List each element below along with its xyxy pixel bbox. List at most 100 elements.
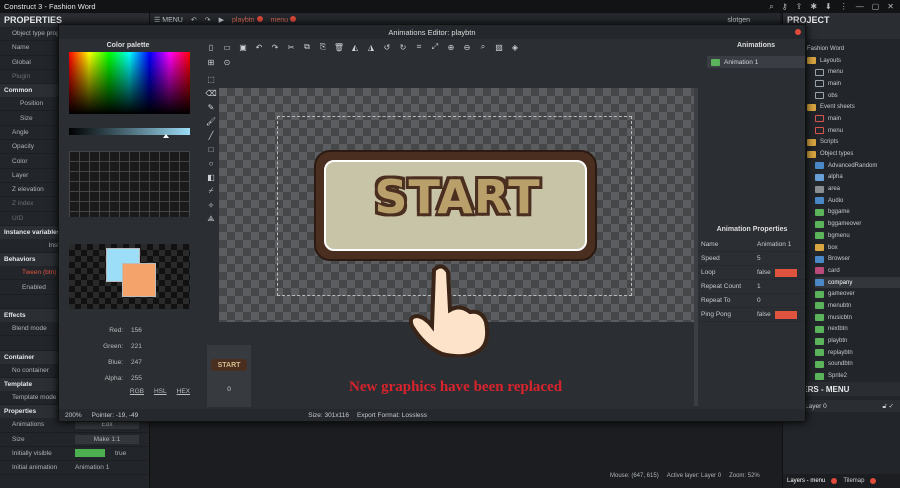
brightness-slider[interactable] — [69, 128, 190, 135]
minimize-icon[interactable]: — — [856, 2, 864, 11]
copy-icon[interactable]: ⧉ — [301, 41, 313, 53]
canvas-scrollbar[interactable] — [694, 88, 698, 406]
object-type-item[interactable]: menubtn — [815, 300, 900, 312]
color-spectrum[interactable] — [69, 52, 190, 114]
folder-scripts[interactable]: Scripts — [807, 137, 900, 149]
object-type-item[interactable]: playbtn — [815, 335, 900, 347]
rgb-mode[interactable]: RGB — [130, 388, 144, 395]
visible-toggle[interactable] — [75, 449, 105, 458]
line-tool-icon[interactable]: ╱ — [205, 129, 217, 141]
object-type-item[interactable]: company — [815, 276, 900, 289]
event-item[interactable]: menu — [807, 125, 900, 137]
close-icon[interactable]: ✕ — [887, 2, 894, 11]
anim-prop-value[interactable]: 1 — [757, 283, 761, 290]
play-icon[interactable]: ▶ — [219, 16, 224, 24]
download-icon[interactable]: ⬇ — [825, 2, 832, 11]
layout-item[interactable]: obs — [807, 90, 900, 102]
object-type-item[interactable]: area — [815, 183, 900, 195]
blue-input[interactable]: 247 — [131, 359, 142, 366]
slider-handle-icon[interactable] — [163, 134, 169, 138]
search-icon[interactable]: ⌕ — [769, 2, 773, 12]
cut-icon[interactable]: ✂ — [285, 41, 297, 53]
tab-tilemap[interactable]: Tilemap — [843, 478, 864, 484]
mirror-icon[interactable]: ◮ — [365, 41, 377, 53]
close-dot-icon[interactable] — [290, 16, 296, 22]
object-type-item[interactable]: replaybtn — [815, 347, 900, 359]
hsl-mode[interactable]: HSL — [154, 388, 167, 395]
start-button-graphic[interactable]: START — [314, 150, 597, 261]
tab-menu[interactable]: menu — [271, 16, 296, 24]
alpha-input[interactable]: 255 — [131, 375, 142, 382]
make-1-1-button[interactable]: Make 1:1 — [75, 434, 139, 444]
brush-tool-icon[interactable]: 🖌︎ — [205, 115, 217, 127]
tab-playbtn[interactable]: playbtn — [232, 16, 263, 24]
zoom-out-icon[interactable]: ⊖ — [461, 41, 473, 53]
object-type-item[interactable]: box — [815, 242, 900, 254]
user-name[interactable]: slotgen — [727, 17, 750, 24]
eyedropper-tool-icon[interactable]: ⌿ — [205, 185, 217, 197]
zoom-reset-icon[interactable]: ⌕ — [477, 41, 489, 53]
object-type-item[interactable]: bggameover — [815, 218, 900, 230]
polygon-tool-icon[interactable]: ⟁ — [205, 213, 217, 225]
close-dot-icon[interactable] — [831, 478, 838, 484]
image-icon[interactable]: ▨ — [493, 41, 505, 53]
pencil-tool-icon[interactable]: ✎ — [205, 101, 217, 113]
anim-prop-value[interactable]: Animation 1 — [757, 241, 791, 248]
folder-event-sheets[interactable]: Event sheets — [807, 101, 900, 113]
redo-icon[interactable]: ↷ — [205, 16, 211, 24]
object-type-item[interactable]: AdvancedRandom — [815, 160, 900, 172]
crop-icon[interactable]: ⌗ — [413, 41, 425, 53]
anim-prop-value[interactable]: false — [757, 311, 771, 318]
animation-item[interactable]: Animation 1 — [707, 56, 805, 68]
tab-layers-menu[interactable]: Layers - menu — [787, 478, 825, 484]
more-icon[interactable]: ⋮ — [840, 2, 848, 11]
object-type-item[interactable]: Browser — [815, 253, 900, 265]
swatch-grid[interactable] — [69, 151, 190, 217]
object-type-item[interactable]: nextbtn — [815, 324, 900, 336]
close-dot-icon[interactable] — [256, 16, 263, 22]
ellipse-tool-icon[interactable]: ○ — [205, 157, 217, 169]
object-type-item[interactable]: gameover — [815, 288, 900, 300]
initial-animation-select[interactable]: Animation 1 — [75, 464, 109, 471]
eraser-tool-icon[interactable]: ⌫ — [205, 87, 217, 99]
hex-mode[interactable]: HEX — [177, 388, 190, 395]
folder-object-types[interactable]: Object types — [807, 148, 900, 160]
anim-prop-value[interactable]: false — [757, 269, 771, 276]
delete-icon[interactable]: 🗑︎ — [333, 41, 345, 53]
green-input[interactable]: 221 — [131, 343, 142, 350]
grid-icon[interactable]: ⊞ — [205, 56, 217, 68]
layers-icon[interactable]: ◈ — [509, 41, 521, 53]
open-folder-icon[interactable]: ▭ — [221, 41, 233, 53]
origin-point-tool-icon[interactable]: ✧ — [205, 199, 217, 211]
folder-layouts[interactable]: Layouts — [807, 55, 900, 67]
resize-icon[interactable]: ⤢ — [429, 41, 441, 53]
rotate-cw-icon[interactable]: ↻ — [397, 41, 409, 53]
anim-prop-toggle[interactable] — [774, 268, 797, 277]
flip-icon[interactable]: ◭ — [349, 41, 361, 53]
fill-tool-icon[interactable]: ◧ — [205, 171, 217, 183]
project-root[interactable]: Fashion Word — [807, 43, 900, 55]
close-dialog-icon[interactable] — [795, 29, 801, 35]
anim-prop-value[interactable]: 0 — [757, 297, 761, 304]
object-type-item[interactable]: Sprite2 — [815, 370, 900, 382]
object-type-item[interactable]: bggame — [815, 207, 900, 219]
select-tool-icon[interactable]: ⬚ — [205, 73, 217, 85]
redo-icon[interactable]: ↷ — [269, 41, 281, 53]
rotate-ccw-icon[interactable]: ↺ — [381, 41, 393, 53]
lock-icon[interactable]: 🔓︎ ✓ — [883, 402, 894, 411]
red-input[interactable]: 156 — [131, 327, 142, 334]
anim-prop-value[interactable]: 5 — [757, 255, 761, 262]
maximize-icon[interactable]: ▢ — [872, 2, 880, 11]
save-icon[interactable]: ▣ — [237, 41, 249, 53]
undo-icon[interactable]: ↶ — [253, 41, 265, 53]
event-item[interactable]: main — [807, 113, 900, 125]
zoom-in-icon[interactable]: ⊕ — [445, 41, 457, 53]
share-icon[interactable]: ⇪ — [796, 2, 803, 11]
rectangle-tool-icon[interactable]: □ — [205, 143, 217, 155]
object-type-item[interactable]: alpha — [815, 172, 900, 184]
object-type-item[interactable]: soundbtn — [815, 359, 900, 371]
puzzle-icon[interactable]: ✱ — [810, 2, 817, 11]
anim-prop-toggle[interactable] — [774, 310, 797, 319]
object-type-item[interactable]: musicbtn — [815, 312, 900, 324]
layout-item[interactable]: menu — [807, 66, 900, 78]
